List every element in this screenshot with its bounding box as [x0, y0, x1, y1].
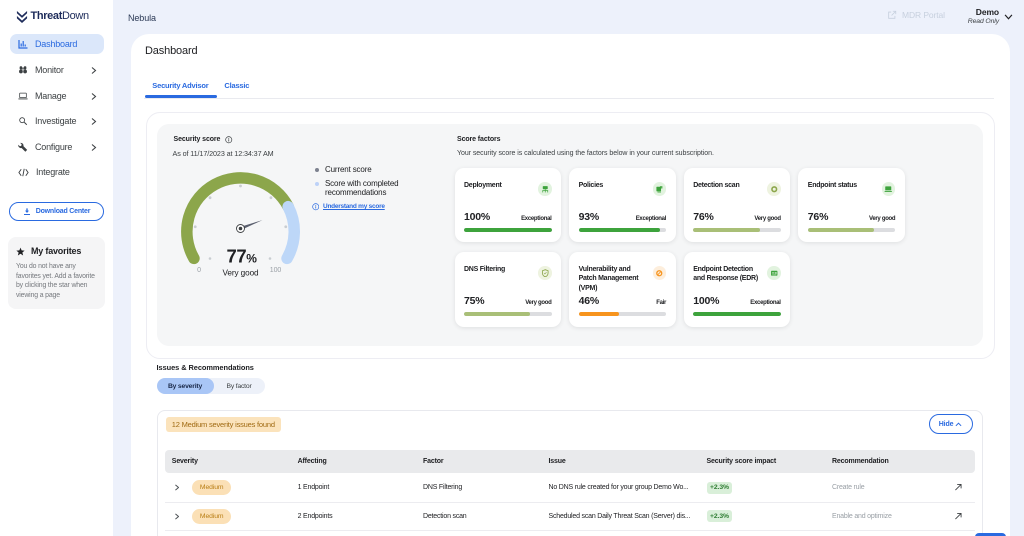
svg-text:100: 100	[269, 267, 281, 274]
svg-text:0: 0	[197, 267, 201, 274]
svg-text:Very good: Very good	[222, 269, 259, 278]
svg-text:77%: 77%	[226, 246, 257, 267]
